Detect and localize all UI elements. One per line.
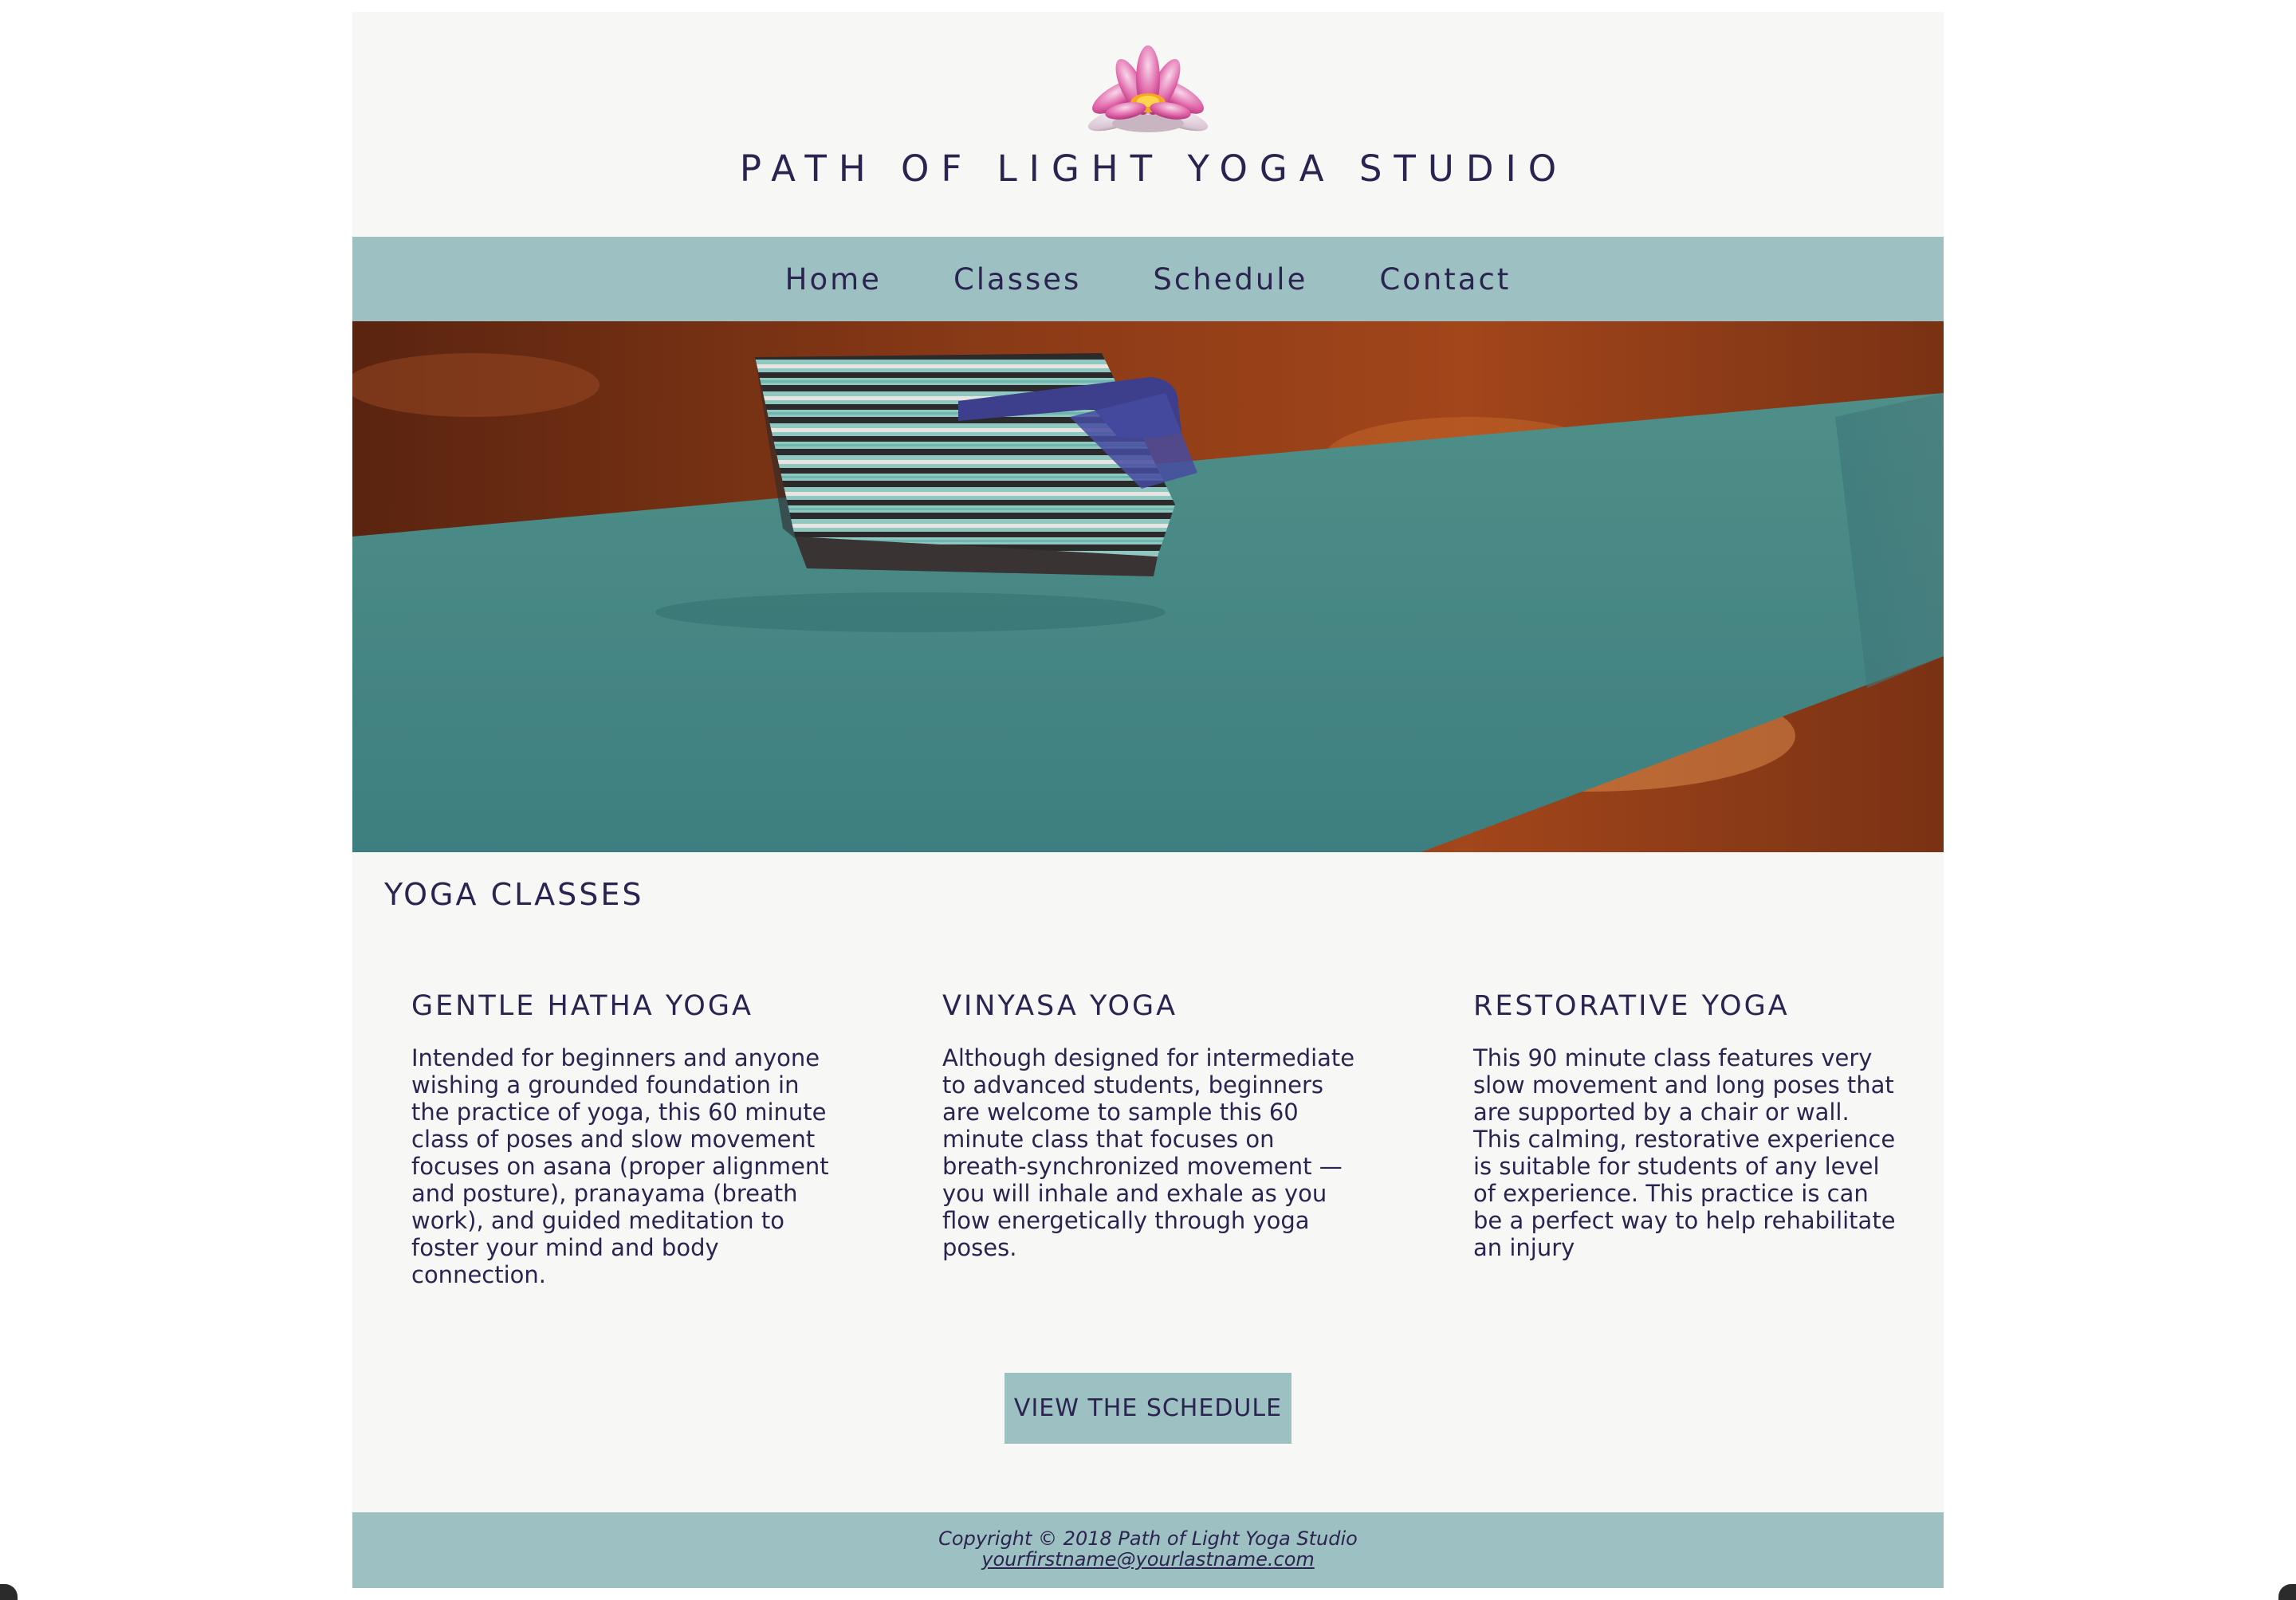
site-title: PATH OF LIGHT YOGA STUDIO: [739, 147, 1569, 190]
footer-email-link[interactable]: yourfirstname@yourlastname.com: [981, 1548, 1315, 1571]
class-card: GENTLE HATHA YOGA Intended for beginners…: [411, 989, 834, 1288]
main-nav: Home Classes Schedule Contact: [352, 237, 1944, 321]
class-description: Although designed for intermediate to ad…: [942, 1044, 1355, 1261]
class-description: This 90 minute class features very slow …: [1473, 1044, 1896, 1261]
nav-item-contact[interactable]: Contact: [1379, 262, 1511, 297]
window-corner: [0, 1584, 18, 1600]
nav-item-classes[interactable]: Classes: [953, 262, 1081, 297]
hero-image: [352, 321, 1944, 852]
page-container: PATH OF LIGHT YOGA STUDIO Home Classes S…: [352, 12, 1944, 1588]
yoga-classes-heading: YOGA CLASSES: [384, 877, 644, 912]
class-title: RESTORATIVE YOGA: [1473, 990, 1790, 1022]
class-title: VINYASA YOGA: [942, 990, 1178, 1022]
nav-item-schedule[interactable]: Schedule: [1153, 262, 1307, 297]
site-footer: Copyright © 2018 Path of Light Yoga Stud…: [352, 1512, 1944, 1588]
lotus-flower-icon: [1076, 23, 1220, 143]
site-header: PATH OF LIGHT YOGA STUDIO: [352, 12, 1944, 237]
copyright-text: Copyright © 2018 Path of Light Yoga Stud…: [938, 1527, 1358, 1550]
window-corner: [2278, 1584, 2296, 1600]
class-title: GENTLE HATHA YOGA: [411, 990, 753, 1022]
class-card: RESTORATIVE YOGA This 90 minute class fe…: [1473, 989, 1896, 1261]
class-card: VINYASA YOGA Although designed for inter…: [942, 989, 1365, 1261]
nav-item-home[interactable]: Home: [785, 262, 882, 297]
view-schedule-button[interactable]: VIEW THE SCHEDULE: [1005, 1373, 1292, 1444]
class-description: Intended for beginners and anyone wishin…: [411, 1044, 829, 1288]
